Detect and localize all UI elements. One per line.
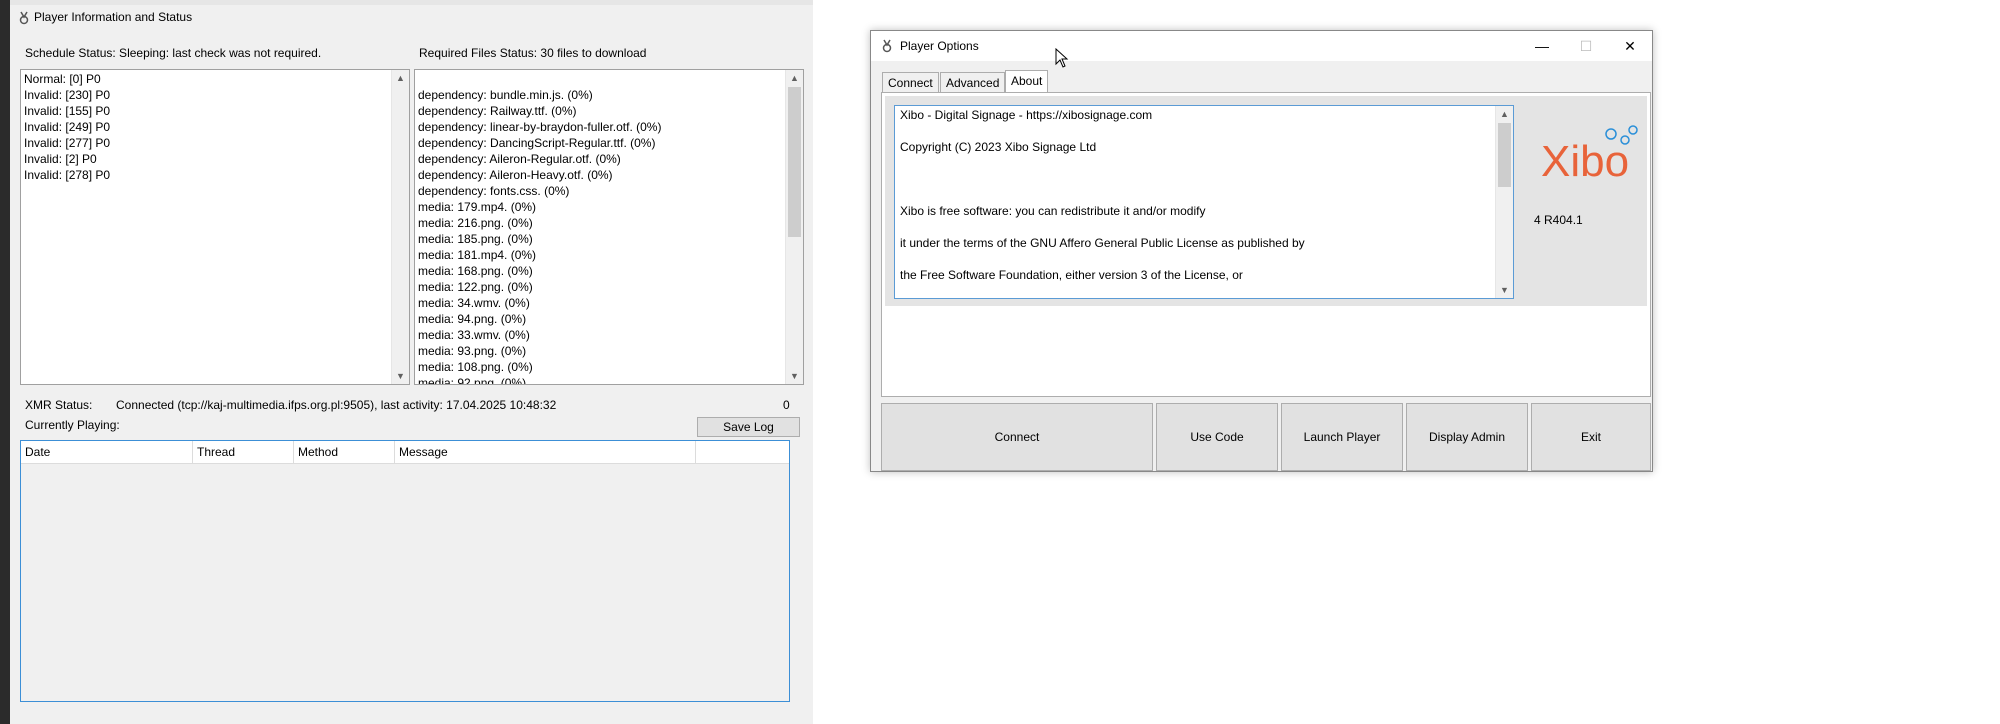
list-item[interactable]: Normal: [0] P0	[22, 71, 110, 87]
list-item[interactable]: media: 168.png. (0%)	[416, 263, 661, 279]
list-item[interactable]: Invalid: [278] P0	[22, 167, 110, 183]
list-item[interactable]: Invalid: [230] P0	[22, 87, 110, 103]
logo-text: Xibo	[1541, 137, 1629, 184]
list-item[interactable]: media: 185.png. (0%)	[416, 231, 661, 247]
column-header-date[interactable]: Date	[21, 441, 193, 463]
scroll-up-arrow-icon[interactable]: ▲	[1496, 106, 1513, 122]
list-item[interactable]: media: 94.png. (0%)	[416, 311, 661, 327]
list-item[interactable]: media: 216.png. (0%)	[416, 215, 661, 231]
minimize-button[interactable]: —	[1520, 31, 1564, 61]
about-line: Xibo - Digital Signage - https://xibosig…	[900, 108, 1153, 122]
list-item[interactable]: dependency: Aileron-Heavy.otf. (0%)	[416, 167, 661, 183]
log-grid-header: Date Thread Method Message	[21, 441, 789, 464]
xibo-app-icon	[881, 39, 893, 56]
save-log-button[interactable]: Save Log	[697, 417, 800, 437]
status-window-title: Player Information and Status	[34, 10, 193, 24]
list-item[interactable]: media: 92.png. (0%)	[416, 375, 661, 384]
license-textbox[interactable]: Xibo - Digital Signage - https://xibosig…	[894, 105, 1514, 299]
list-item[interactable]: dependency: fonts.css. (0%)	[416, 183, 661, 199]
list-item[interactable]: dependency: Aileron-Regular.otf. (0%)	[416, 151, 661, 167]
schedule-scrollbar[interactable]: ▲ ▼	[391, 70, 409, 384]
list-item[interactable]: dependency: linear-by-braydon-fuller.otf…	[416, 119, 661, 135]
tab-about[interactable]: About	[1005, 70, 1049, 93]
log-grid[interactable]: Date Thread Method Message	[20, 440, 790, 702]
xmr-status-label: XMR Status:	[25, 398, 93, 412]
license-scrollbar[interactable]: ▲ ▼	[1495, 106, 1513, 298]
about-line: the Free Software Foundation, either ver…	[900, 268, 1243, 282]
list-item[interactable]: media: 33.wmv. (0%)	[416, 327, 661, 343]
xibo-logo: Xibo	[1539, 124, 1639, 186]
tab-advanced[interactable]: Advanced	[940, 72, 1006, 92]
file-items: dependency: bundle.min.js. (0%) dependen…	[416, 87, 661, 384]
scroll-up-arrow-icon[interactable]: ▲	[786, 70, 803, 86]
schedule-items: Normal: [0] P0 Invalid: [230] P0 Invalid…	[22, 71, 110, 183]
xibo-app-icon	[18, 11, 30, 25]
about-line: Xibo is free software: you can redistrib…	[900, 204, 1206, 218]
currently-playing-label: Currently Playing:	[25, 418, 120, 432]
list-item[interactable]: media: 93.png. (0%)	[416, 343, 661, 359]
about-line: it under the terms of the GNU Affero Gen…	[900, 236, 1305, 250]
xmr-status-value: Connected (tcp://kaj-multimedia.ifps.org…	[116, 398, 557, 412]
list-item[interactable]: Invalid: [155] P0	[22, 103, 110, 119]
launch-player-button[interactable]: Launch Player	[1281, 403, 1403, 471]
list-item[interactable]: Invalid: [2] P0	[22, 151, 110, 167]
close-button[interactable]: ✕	[1608, 31, 1652, 61]
column-header-method[interactable]: Method	[294, 441, 395, 463]
list-item[interactable]: Invalid: [249] P0	[22, 119, 110, 135]
about-section: Xibo - Digital Signage - https://xibosig…	[885, 96, 1647, 306]
exit-button[interactable]: Exit	[1531, 403, 1651, 471]
list-item[interactable]: dependency: Railway.ttf. (0%)	[416, 103, 661, 119]
list-item[interactable]: media: 179.mp4. (0%)	[416, 199, 661, 215]
list-item[interactable]: dependency: bundle.min.js. (0%)	[416, 87, 661, 103]
scroll-thumb[interactable]	[788, 87, 801, 237]
required-files-list[interactable]: dependency: bundle.min.js. (0%) dependen…	[414, 69, 804, 385]
version-label: 4 R404.1	[1534, 213, 1583, 227]
column-header-message[interactable]: Message	[395, 441, 696, 463]
connect-button[interactable]: Connect	[881, 403, 1153, 471]
display-admin-button[interactable]: Display Admin	[1406, 403, 1528, 471]
scroll-down-arrow-icon[interactable]: ▼	[1496, 282, 1513, 298]
list-item[interactable]: media: 181.mp4. (0%)	[416, 247, 661, 263]
files-scrollbar[interactable]: ▲ ▼	[785, 70, 803, 384]
use-code-button[interactable]: Use Code	[1156, 403, 1278, 471]
about-tab-panel: Xibo - Digital Signage - https://xibosig…	[881, 92, 1651, 397]
player-options-dialog: Player Options — ☐ ✕ Connect Advanced Ab…	[870, 30, 1653, 472]
required-files-status-label: Required Files Status: 30 files to downl…	[419, 46, 647, 60]
column-header-thread[interactable]: Thread	[193, 441, 294, 463]
scroll-down-arrow-icon[interactable]: ▼	[392, 368, 409, 384]
list-item[interactable]: Invalid: [277] P0	[22, 135, 110, 151]
list-item[interactable]: dependency: DancingScript-Regular.ttf. (…	[416, 135, 661, 151]
list-item[interactable]: media: 34.wmv. (0%)	[416, 295, 661, 311]
schedule-status-label: Schedule Status: Sleeping: last check wa…	[25, 46, 322, 60]
list-item[interactable]: media: 122.png. (0%)	[416, 279, 661, 295]
list-item[interactable]: media: 108.png. (0%)	[416, 359, 661, 375]
dialog-titlebar[interactable]: Player Options — ☐ ✕	[871, 31, 1652, 61]
schedule-list[interactable]: Normal: [0] P0 Invalid: [230] P0 Invalid…	[20, 69, 410, 385]
desktop-edge	[0, 0, 10, 724]
mouse-cursor-icon	[1055, 47, 1069, 71]
dialog-title: Player Options	[900, 39, 979, 53]
maximize-button[interactable]: ☐	[1564, 31, 1608, 61]
scroll-down-arrow-icon[interactable]: ▼	[786, 368, 803, 384]
xmr-count: 0	[783, 398, 790, 412]
about-line: Copyright (C) 2023 Xibo Signage Ltd	[900, 140, 1097, 154]
tab-connect[interactable]: Connect	[882, 72, 939, 92]
scroll-thumb[interactable]	[1498, 123, 1511, 187]
scroll-up-arrow-icon[interactable]: ▲	[392, 70, 409, 86]
